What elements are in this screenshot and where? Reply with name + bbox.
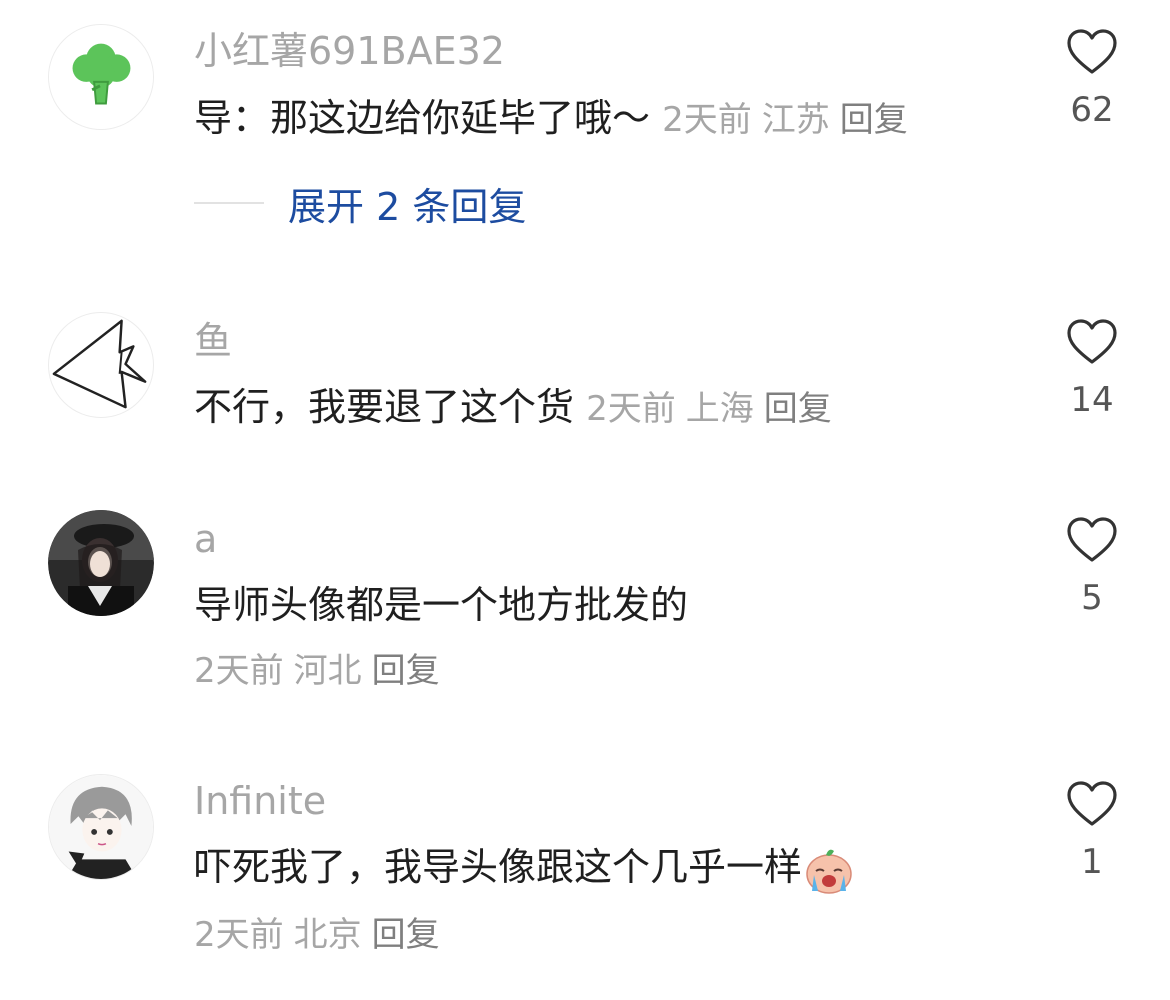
comment-location: 上海	[685, 389, 754, 429]
like-count: 5	[1081, 578, 1103, 618]
comment-time: 2天前	[662, 100, 752, 140]
comment-meta: 2天前 北京 回复	[194, 912, 440, 958]
like-button[interactable]: 1	[1055, 780, 1129, 882]
fish-sketch-icon	[52, 319, 147, 409]
heart-icon	[1067, 29, 1117, 74]
username[interactable]: a	[194, 516, 217, 562]
comment-time: 2天前	[194, 651, 284, 691]
reply-button[interactable]: 回复	[764, 389, 832, 429]
comment-meta: 2天前 上海 回复	[586, 389, 842, 429]
avatar[interactable]	[48, 774, 154, 880]
reply-button[interactable]: 回复	[840, 100, 908, 140]
comment-text: 导师头像都是一个地方批发的	[194, 583, 689, 627]
like-button[interactable]: 14	[1055, 318, 1129, 420]
like-count: 62	[1070, 90, 1114, 130]
anime-boy-avatar	[49, 775, 153, 879]
expand-replies-label[interactable]: 展开 2 条回复	[288, 176, 526, 231]
comment-meta: 2天前 江苏 回复	[662, 100, 918, 140]
heart-icon	[1067, 781, 1117, 826]
comment-text: 吓死我了，我导头像跟这个几乎一样	[194, 845, 803, 889]
comment-body: 导师头像都是一个地方批发的	[194, 580, 688, 630]
like-count: 14	[1070, 380, 1114, 420]
avatar[interactable]	[48, 510, 154, 616]
like-button[interactable]: 62	[1055, 28, 1129, 130]
comment-time: 2天前	[586, 389, 676, 429]
comment-location: 河北	[293, 651, 362, 691]
like-count: 1	[1081, 842, 1103, 882]
like-button[interactable]: 5	[1055, 516, 1129, 618]
comment-body: 吓死我了，我导头像跟这个几乎一样	[194, 842, 854, 895]
comment-location: 江苏	[761, 100, 830, 140]
comment-meta: 2天前 河北 回复	[194, 648, 440, 694]
comment-text: 导：那这边给你延毕了哦～	[194, 96, 651, 140]
avatar[interactable]	[48, 24, 154, 130]
comment-location: 北京	[293, 915, 362, 955]
comment-body: 导：那这边给你延毕了哦～ 2天前 江苏 回复	[194, 93, 918, 145]
divider	[194, 202, 264, 204]
expand-replies[interactable]: 展开 2 条回复	[194, 176, 526, 231]
reply-button[interactable]: 回复	[372, 651, 440, 691]
crying-emoji	[806, 849, 852, 894]
reply-button[interactable]: 回复	[372, 915, 440, 955]
comment-time: 2天前	[194, 915, 284, 955]
comment-text: 不行，我要退了这个货	[194, 385, 575, 429]
broccoli-icon	[49, 25, 153, 129]
avatar[interactable]	[48, 312, 154, 418]
username[interactable]: Infinite	[194, 778, 326, 824]
heart-icon	[1067, 517, 1117, 562]
username[interactable]: 鱼	[194, 318, 232, 364]
username[interactable]: 小红薯691BAE32	[194, 28, 505, 74]
heart-icon	[1067, 319, 1117, 364]
comment-body: 不行，我要退了这个货 2天前 上海 回复	[194, 382, 842, 434]
anime-girl-avatar	[48, 510, 154, 616]
